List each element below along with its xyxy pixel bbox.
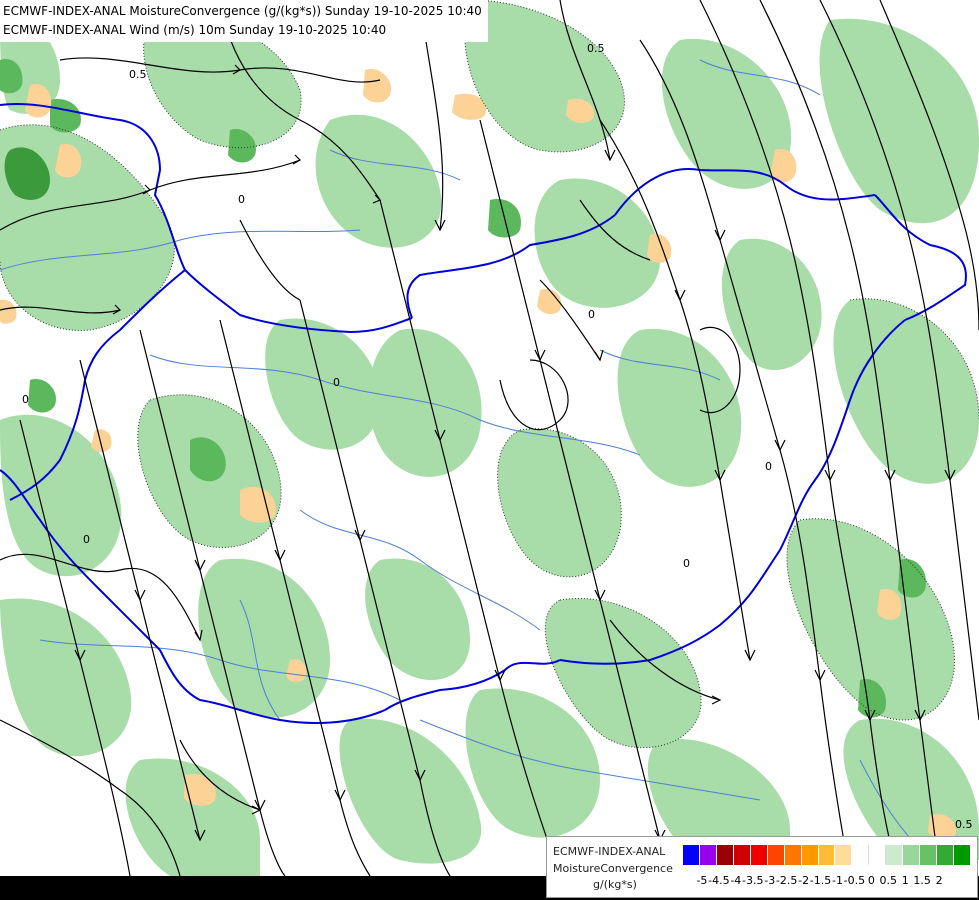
legend-swatch [937, 845, 954, 865]
legend-tick-label: 1 [901, 874, 909, 887]
legend-swatch [699, 845, 717, 865]
map-title-moisture: ECMWF-INDEX-ANAL MoistureConvergence (g/… [3, 4, 482, 18]
legend-tick-label: -2.5 [775, 874, 798, 887]
legend-swatch [903, 845, 921, 865]
legend-tick-label: -4 [730, 874, 742, 887]
legend-tick-label: -1.5 [809, 874, 832, 887]
legend-tick-label: -0.5 [843, 874, 866, 887]
legend-unit: g/(kg*s) [593, 878, 637, 891]
legend-tick-label: 2 [935, 874, 943, 887]
legend-swatch [852, 845, 870, 865]
legend-tick-label: -1 [831, 874, 843, 887]
contour-label: 0.5 [587, 42, 605, 55]
legend-tick-label: -3 [764, 874, 776, 887]
legend-swatch [784, 845, 802, 865]
legend-swatch [750, 845, 768, 865]
contour-label: 0 [83, 533, 90, 546]
contour-label: 0 [588, 308, 595, 321]
legend-parameter: MoistureConvergence [553, 862, 673, 875]
contour-label: 0 [238, 193, 245, 206]
legend-swatches [683, 845, 971, 867]
contour-label: 0 [765, 460, 772, 473]
legend-swatch [801, 845, 819, 865]
legend-tick-label: -3.5 [742, 874, 764, 887]
contour-label: 0 [683, 557, 690, 570]
legend-swatch [733, 845, 751, 865]
legend-tick-label: -4.5 [708, 874, 730, 887]
color-legend: ECMWF-INDEX-ANAL MoistureConvergence g/(… [546, 836, 978, 898]
legend-swatch [954, 845, 971, 865]
legend-swatch [869, 845, 887, 865]
map-title-wind: ECMWF-INDEX-ANAL Wind (m/s) 10m Sunday 1… [3, 23, 387, 37]
legend-tick-label: -5 [696, 874, 708, 887]
contour-label: 0.5 [955, 818, 973, 831]
contour-label: 0 [22, 393, 29, 406]
weather-map: 0.5 0.5 0.5 0 0 0 0 0 0 0 [0, 0, 979, 900]
map-title-block: ECMWF-INDEX-ANAL MoistureConvergence (g/… [0, 0, 488, 42]
legend-swatch [886, 845, 904, 865]
legend-tick-label: 0.5 [879, 874, 898, 887]
contour-label: 0 [333, 376, 340, 389]
legend-ticks: -5 -4.5 -4 -3.5 -3 -2.5 -2 -1.5 -1 -0.5 0 0.5 1 1.5 2 [683, 874, 971, 888]
legend-swatch [767, 845, 785, 865]
legend-tick-label: 1.5 [913, 874, 931, 887]
legend-model: ECMWF-INDEX-ANAL [553, 845, 666, 858]
legend-swatch [835, 845, 853, 865]
legend-swatch [716, 845, 734, 865]
legend-swatch [818, 845, 836, 865]
legend-swatch [920, 845, 938, 865]
legend-tick-label: -2 [798, 874, 810, 887]
legend-swatch [683, 845, 700, 865]
contour-label: 0.5 [129, 68, 147, 81]
legend-tick-label: 0 [867, 874, 875, 887]
